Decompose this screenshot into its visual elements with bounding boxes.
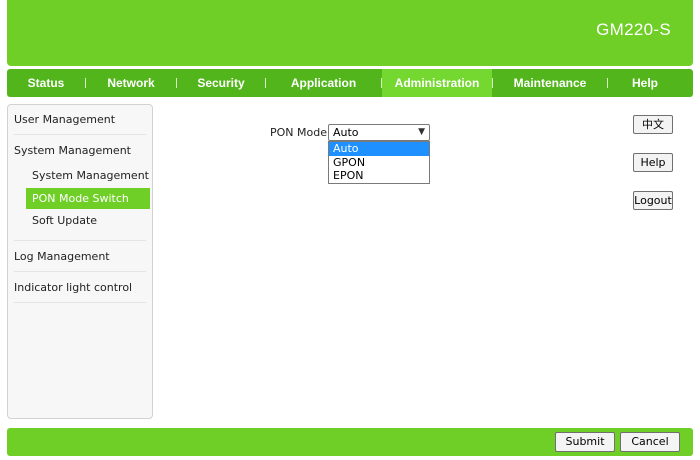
sidebar-item-log-management[interactable]: Log Management (8, 250, 152, 263)
sidebar-subitem-soft-update[interactable]: Soft Update (26, 210, 150, 231)
submit-button[interactable]: Submit (555, 432, 615, 452)
tab-network[interactable]: Network (86, 69, 176, 97)
sidebar-subitem-pon-mode-switch[interactable]: PON Mode Switch (26, 188, 150, 209)
tab-application[interactable]: Application (266, 69, 381, 97)
sidebar-divider (14, 271, 146, 272)
sidebar: User Management System Management System… (7, 104, 153, 419)
language-button[interactable]: 中文 (633, 115, 673, 134)
sidebar-item-user-management[interactable]: User Management (8, 113, 152, 126)
sidebar-item-system-management[interactable]: System Management (8, 144, 152, 157)
pon-mode-dropdown: Auto GPON EPON (328, 141, 430, 184)
pon-mode-select[interactable]: Auto ▼ (328, 124, 430, 141)
chevron-down-icon: ▼ (418, 127, 425, 137)
cancel-button[interactable]: Cancel (620, 432, 680, 452)
sidebar-subitem-system-management[interactable]: System Management (26, 165, 150, 186)
tab-status[interactable]: Status (7, 69, 85, 97)
main-nav: Status Network Security Application Admi… (7, 69, 693, 97)
header-banner: GM220-S (7, 0, 693, 66)
logout-button[interactable]: Logout (633, 191, 673, 210)
pon-mode-label: PON Mode (270, 126, 327, 139)
sidebar-divider (14, 302, 146, 303)
help-button[interactable]: Help (633, 153, 673, 172)
pon-mode-selected-value: Auto (333, 126, 359, 139)
sidebar-divider (14, 240, 146, 241)
device-model: GM220-S (596, 20, 671, 39)
tab-administration[interactable]: Administration (382, 69, 492, 97)
sidebar-divider (14, 134, 146, 135)
sidebar-item-indicator-light-control[interactable]: Indicator light control (8, 281, 152, 294)
footer-bar: Submit Cancel (7, 428, 693, 456)
dropdown-option-auto[interactable]: Auto (329, 142, 429, 156)
tab-maintenance[interactable]: Maintenance (493, 69, 607, 97)
tab-help[interactable]: Help (608, 69, 682, 97)
dropdown-option-gpon[interactable]: GPON (329, 156, 429, 170)
dropdown-option-epon[interactable]: EPON (329, 169, 429, 183)
tab-security[interactable]: Security (177, 69, 265, 97)
